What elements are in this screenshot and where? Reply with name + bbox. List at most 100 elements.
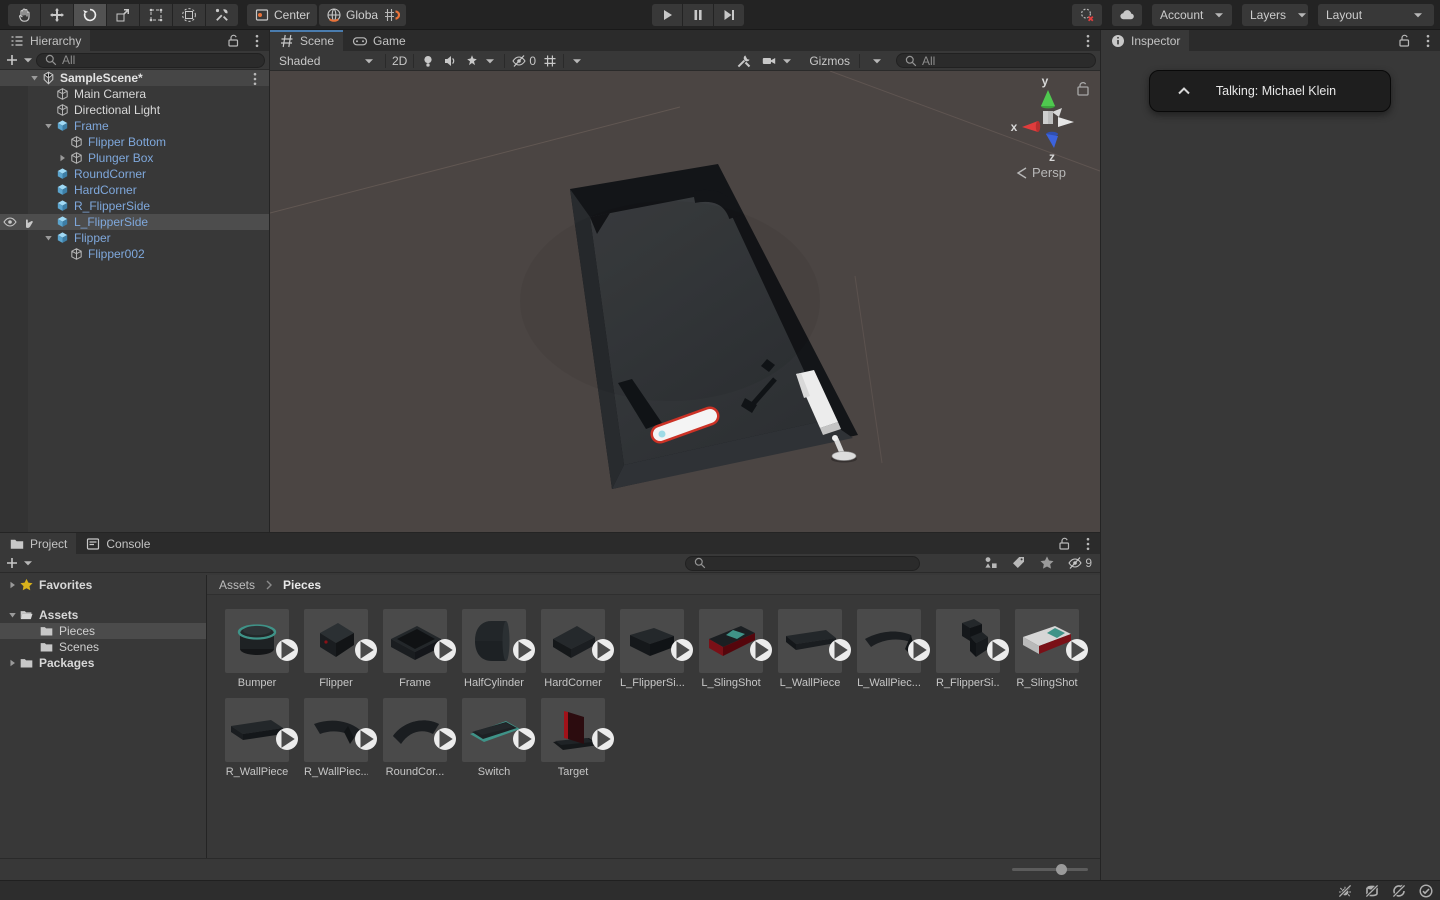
- hidden-packages-toggle[interactable]: 9: [1067, 555, 1092, 571]
- asset-bumper[interactable]: Bumper: [225, 609, 289, 689]
- asset-r-wallpiece[interactable]: R_WallPiece: [225, 698, 289, 778]
- tab-console[interactable]: Console: [76, 533, 159, 554]
- hand-tool-button[interactable]: [8, 4, 40, 26]
- lock-icon[interactable]: [1056, 536, 1072, 552]
- scene-lighting-button[interactable]: [417, 53, 439, 69]
- cache-slash-icon[interactable]: [1364, 883, 1380, 899]
- asset-flipper[interactable]: Flipper: [304, 609, 368, 689]
- panel-menu-icon[interactable]: [1080, 33, 1096, 49]
- asset-thumbnail[interactable]: [225, 698, 289, 762]
- folder-item-scenes[interactable]: Scenes: [0, 639, 206, 655]
- prefab-expand-arrow-icon[interactable]: [987, 639, 1009, 661]
- breadcrumb-assets[interactable]: Assets: [219, 578, 255, 592]
- hierarchy-item-flipper[interactable]: Flipper: [0, 230, 269, 246]
- tab-inspector[interactable]: Inspector: [1101, 30, 1189, 51]
- hierarchy-item-flipper002[interactable]: Flipper002: [0, 246, 269, 262]
- rect-tool-button[interactable]: [140, 4, 172, 26]
- asset-l-wallpiece[interactable]: L_WallPiece: [778, 609, 842, 689]
- lock-icon[interactable]: [1396, 33, 1412, 49]
- folder-item-pieces[interactable]: Pieces: [0, 623, 206, 639]
- expander-open-icon[interactable]: [42, 118, 55, 134]
- asset-thumbnail[interactable]: [857, 609, 921, 673]
- prefab-expand-arrow-icon[interactable]: [750, 639, 772, 661]
- scene-camera-dropdown[interactable]: [758, 53, 798, 69]
- folder-item-assets[interactable]: Assets: [0, 607, 206, 623]
- prefab-expand-arrow-icon[interactable]: [592, 728, 614, 750]
- hierarchy-item-samplescene-[interactable]: SampleScene*: [0, 70, 269, 86]
- asset-thumbnail[interactable]: [462, 698, 526, 762]
- scene-search-input[interactable]: All: [896, 53, 1096, 68]
- prefab-expand-arrow-icon[interactable]: [276, 639, 298, 661]
- search-by-label-icon[interactable]: [1011, 555, 1027, 571]
- layers-dropdown[interactable]: Layers: [1242, 4, 1308, 26]
- expander-closed-icon[interactable]: [56, 150, 69, 166]
- asset-switch[interactable]: Switch: [462, 698, 526, 778]
- gizmos-dropdown[interactable]: Gizmos: [804, 53, 890, 69]
- hierarchy-item-r-flipperside[interactable]: R_FlipperSide: [0, 198, 269, 214]
- prefab-expand-arrow-icon[interactable]: [276, 728, 298, 750]
- hierarchy-item-l-flipperside[interactable]: L_FlipperSide: [0, 214, 269, 230]
- search-by-type-icon[interactable]: [983, 555, 999, 571]
- pause-button[interactable]: [683, 4, 713, 26]
- chevron-down-icon[interactable]: [569, 53, 585, 69]
- favorites-filter-icon[interactable]: [1039, 555, 1055, 571]
- hierarchy-item-directional-light[interactable]: Directional Light: [0, 102, 269, 118]
- asset-halfcylinder[interactable]: HalfCylinder: [462, 609, 526, 689]
- asset-hardcorner[interactable]: HardCorner: [541, 609, 605, 689]
- tab-project[interactable]: Project: [0, 533, 76, 554]
- cloud-services-button[interactable]: [1112, 4, 1142, 26]
- asset-thumbnail[interactable]: [383, 609, 447, 673]
- prefab-expand-arrow-icon[interactable]: [592, 639, 614, 661]
- tab-game[interactable]: Game: [343, 30, 415, 51]
- hierarchy-item-plunger-box[interactable]: Plunger Box: [0, 150, 269, 166]
- expander-open-icon[interactable]: [42, 230, 55, 246]
- asset-r-slingshot[interactable]: R_SlingShot: [1015, 609, 1079, 689]
- asset-r-flippersi-[interactable]: R_FlipperSi...: [936, 609, 1000, 689]
- asset-thumbnail[interactable]: [778, 609, 842, 673]
- asset-r-wallpiec-[interactable]: R_WallPiec...: [304, 698, 368, 778]
- create-object-caret-icon[interactable]: [20, 52, 36, 68]
- prefab-expand-arrow-icon[interactable]: [829, 639, 851, 661]
- hierarchy-item-roundcorner[interactable]: RoundCorner: [0, 166, 269, 182]
- create-asset-button[interactable]: [4, 555, 20, 571]
- prefab-expand-arrow-icon[interactable]: [513, 639, 535, 661]
- asset-thumbnail[interactable]: [699, 609, 763, 673]
- collab-button[interactable]: [1072, 4, 1102, 26]
- asset-l-wallpiec-[interactable]: L_WallPiec...: [857, 609, 921, 689]
- prefab-expand-arrow-icon[interactable]: [1066, 639, 1088, 661]
- panel-menu-icon[interactable]: [249, 33, 265, 49]
- asset-thumbnail[interactable]: [225, 609, 289, 673]
- asset-frame[interactable]: Frame: [383, 609, 447, 689]
- scale-tool-button[interactable]: [107, 4, 139, 26]
- panel-menu-icon[interactable]: [1080, 536, 1096, 552]
- project-search-input[interactable]: [685, 556, 920, 571]
- bug-slash-icon[interactable]: [1337, 883, 1353, 899]
- step-button[interactable]: [714, 4, 744, 26]
- hierarchy-search-input[interactable]: All: [36, 53, 265, 68]
- shading-mode-dropdown[interactable]: Shaded: [274, 53, 382, 69]
- tab-scene[interactable]: Scene: [270, 30, 343, 51]
- rotate-tool-button[interactable]: [74, 4, 106, 26]
- move-tool-button[interactable]: [41, 4, 73, 26]
- layout-dropdown[interactable]: Layout: [1318, 4, 1434, 26]
- hierarchy-item-main-camera[interactable]: Main Camera: [0, 86, 269, 102]
- slider-thumb[interactable]: [1056, 864, 1067, 875]
- prefab-expand-arrow-icon[interactable]: [434, 728, 456, 750]
- refresh-slash-icon[interactable]: [1391, 883, 1407, 899]
- prefab-expand-arrow-icon[interactable]: [671, 639, 693, 661]
- asset-thumbnail[interactable]: [936, 609, 1000, 673]
- hierarchy-item-flipper-bottom[interactable]: Flipper Bottom: [0, 134, 269, 150]
- asset-thumbnail[interactable]: [462, 609, 526, 673]
- asset-roundcor-[interactable]: RoundCor...: [383, 698, 447, 778]
- thumbnail-size-slider[interactable]: [1012, 868, 1088, 871]
- scene-viewport[interactable]: y x z Persp: [270, 71, 1100, 532]
- lock-icon[interactable]: [225, 33, 241, 49]
- visibility-eye-icon[interactable]: [2, 214, 18, 230]
- expander-closed-icon[interactable]: [6, 655, 19, 671]
- asset-thumbnail[interactable]: [304, 698, 368, 762]
- hierarchy-item-frame[interactable]: Frame: [0, 118, 269, 134]
- prefab-expand-arrow-icon[interactable]: [513, 728, 535, 750]
- chevron-down-icon[interactable]: [482, 53, 498, 69]
- account-dropdown[interactable]: Account: [1152, 4, 1232, 26]
- asset-thumbnail[interactable]: [541, 609, 605, 673]
